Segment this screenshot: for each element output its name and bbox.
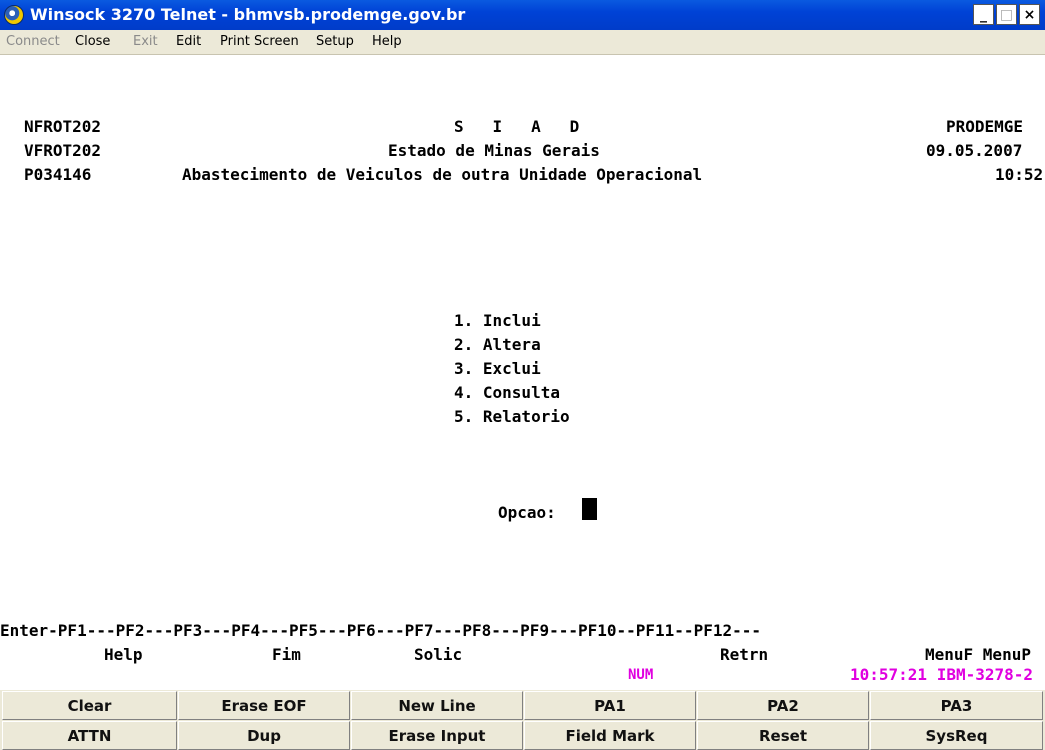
num-lock-indicator: NUM [628, 667, 654, 683]
program-id-2: VFROT202 [24, 141, 102, 160]
pf5-label: Solic [414, 645, 463, 664]
field-mark-button[interactable]: Field Mark [524, 721, 696, 750]
menu-help[interactable]: Help [372, 34, 402, 49]
maximize-button[interactable]: □ [996, 4, 1017, 25]
pf1-label: Help [104, 645, 143, 664]
pa2-button[interactable]: PA2 [697, 691, 869, 720]
option-prompt-label: Opcao: [498, 503, 556, 522]
app-globe-icon[interactable] [4, 5, 24, 25]
menu-print-screen[interactable]: Print Screen [220, 34, 299, 49]
option-input-cursor[interactable] [582, 498, 597, 520]
close-button[interactable]: × [1019, 4, 1040, 25]
current-date: 09.05.2007 [926, 141, 1023, 160]
attn-button[interactable]: ATTN [2, 721, 177, 750]
screen-title: Abastecimento de Veiculos de outra Unida… [182, 165, 703, 184]
menu-edit[interactable]: Edit [176, 34, 201, 49]
menu-setup[interactable]: Setup [316, 34, 354, 49]
program-id-3: P034146 [24, 165, 92, 184]
title-bar[interactable]: Winsock 3270 Telnet - bhmvsb.prodemge.go… [0, 0, 1045, 30]
menu-close[interactable]: Close [75, 34, 110, 49]
status-clock-terminal-type: 10:57:21 IBM-3278-2 [850, 665, 1034, 684]
option-altera: 2. Altera [454, 335, 541, 354]
keypad: Clear Erase EOF New Line PA1 PA2 PA3 ATT… [0, 690, 1045, 750]
new-line-button[interactable]: New Line [351, 691, 523, 720]
current-time: 10:52 [995, 165, 1044, 184]
option-consulta: 4. Consulta [454, 383, 560, 402]
window-title: Winsock 3270 Telnet - bhmvsb.prodemge.go… [30, 5, 466, 24]
minimize-button[interactable]: _ [973, 4, 994, 25]
option-inclui: 1. Inclui [454, 311, 541, 330]
state-name: Estado de Minas Gerais [388, 141, 600, 160]
terminal-screen[interactable]: NFROT202 VFROT202 P034146 S I A D Estado… [0, 55, 1045, 688]
system-name: S I A D [454, 117, 580, 136]
menu-exit[interactable]: Exit [133, 34, 158, 49]
menu-connect[interactable]: Connect [6, 34, 60, 49]
menu-bar: Connect Close Exit Edit Print Screen Set… [0, 30, 1045, 55]
sysreq-button[interactable]: SysReq [870, 721, 1043, 750]
dup-button[interactable]: Dup [178, 721, 350, 750]
program-id-1: NFROT202 [24, 117, 102, 136]
erase-eof-button[interactable]: Erase EOF [178, 691, 350, 720]
option-relatorio: 5. Relatorio [454, 407, 570, 426]
pa3-button[interactable]: PA3 [870, 691, 1043, 720]
company-name: PRODEMGE [946, 117, 1024, 136]
pf11-pf12-label: MenuF MenuP [925, 645, 1031, 664]
pf9-label: Retrn [720, 645, 769, 664]
clear-button[interactable]: Clear [2, 691, 177, 720]
pa1-button[interactable]: PA1 [524, 691, 696, 720]
pf3-label: Fim [272, 645, 301, 664]
function-keys-line: Enter-PF1---PF2---PF3---PF4---PF5---PF6-… [0, 621, 761, 640]
reset-button[interactable]: Reset [697, 721, 869, 750]
erase-input-button[interactable]: Erase Input [351, 721, 523, 750]
option-exclui: 3. Exclui [454, 359, 541, 378]
